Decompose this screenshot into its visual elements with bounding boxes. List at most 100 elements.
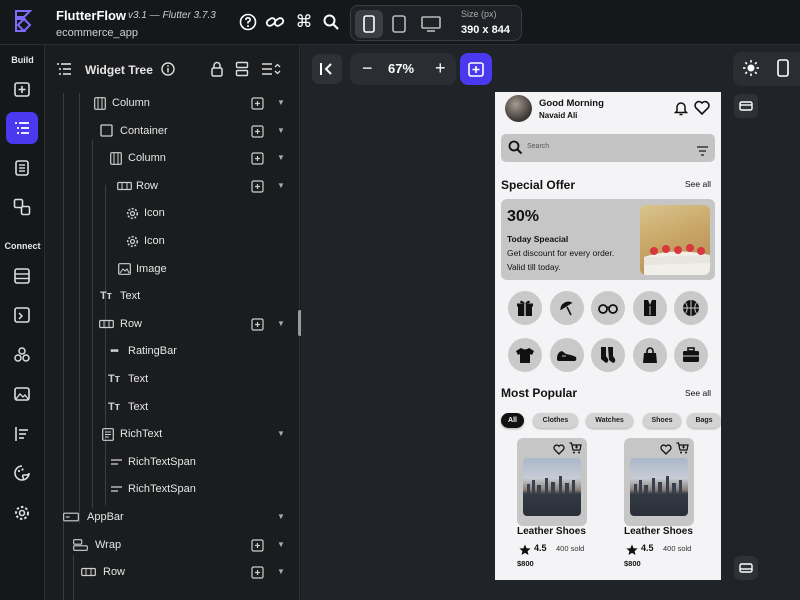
tree-row-text[interactable]: Tт Text bbox=[45, 394, 300, 421]
theme-icon[interactable] bbox=[6, 457, 38, 489]
add-page-icon[interactable] bbox=[6, 73, 38, 105]
add-to-cart-icon[interactable] bbox=[676, 441, 689, 459]
filter-icon[interactable] bbox=[697, 143, 708, 161]
chevron-down-icon[interactable]: ▼ bbox=[277, 153, 285, 162]
chevron-down-icon[interactable]: ▼ bbox=[277, 429, 285, 438]
help-icon[interactable] bbox=[237, 11, 259, 33]
chevron-down-icon[interactable]: ▼ bbox=[277, 319, 285, 328]
add-child-widget-icon[interactable] bbox=[251, 538, 265, 552]
chevron-down-icon[interactable]: ▼ bbox=[277, 98, 285, 107]
add-child-widget-icon[interactable] bbox=[251, 317, 265, 331]
zoom-out-button[interactable]: − bbox=[362, 58, 373, 79]
product-card[interactable] bbox=[624, 438, 694, 526]
tree-row-richtext[interactable]: RichText ▼ bbox=[45, 421, 300, 448]
chevron-down-icon[interactable]: ▼ bbox=[277, 512, 285, 521]
handbag-icon[interactable] bbox=[632, 338, 667, 372]
add-child-widget-icon[interactable] bbox=[251, 124, 265, 138]
chip-clothes[interactable]: Clothes bbox=[533, 413, 578, 428]
sneaker-icon[interactable] bbox=[549, 338, 584, 372]
add-to-cart-icon[interactable] bbox=[569, 441, 582, 459]
see-all-link[interactable]: See all bbox=[685, 179, 711, 189]
tree-row-text[interactable]: Tт Text bbox=[45, 283, 300, 310]
tree-row-image[interactable]: Image bbox=[45, 256, 300, 283]
left-nav-rail: Build Connect bbox=[0, 45, 45, 600]
tree-row-richtextspan[interactable]: RichTextSpan bbox=[45, 449, 300, 476]
integrations-icon[interactable] bbox=[6, 339, 38, 371]
zoom-in-button[interactable]: + bbox=[435, 58, 446, 79]
list-icon[interactable] bbox=[6, 418, 38, 450]
offer-card[interactable]: 30% Today Speacial Get discount for ever… bbox=[501, 199, 715, 280]
tree-row-appbar[interactable]: AppBar ▼ bbox=[45, 504, 300, 531]
collapse-panel-button[interactable] bbox=[312, 54, 342, 84]
search-icon[interactable] bbox=[320, 11, 342, 33]
flutterflow-logo[interactable] bbox=[10, 9, 34, 35]
media-icon[interactable] bbox=[6, 378, 38, 410]
settings-icon[interactable] bbox=[6, 497, 38, 529]
info-icon[interactable] bbox=[161, 62, 175, 81]
tablet-icon[interactable] bbox=[385, 10, 413, 38]
link-icon[interactable] bbox=[264, 11, 286, 33]
tree-row-icon[interactable]: Icon bbox=[45, 200, 300, 227]
add-child-widget-icon[interactable] bbox=[251, 179, 265, 193]
chevron-down-icon[interactable]: ▼ bbox=[277, 567, 285, 576]
chip-shoes[interactable]: Shoes bbox=[643, 413, 681, 428]
tree-row-icon[interactable]: Icon bbox=[45, 228, 300, 255]
tree-row-column[interactable]: Column ▼ bbox=[45, 90, 300, 117]
briefcase-icon[interactable] bbox=[674, 338, 708, 372]
mobile-preview-icon[interactable] bbox=[777, 59, 789, 82]
tree-row-wrap[interactable]: Wrap ▼ bbox=[45, 532, 300, 559]
phone-preview[interactable]: Good Morning Navaid Ali Search Special O… bbox=[495, 92, 721, 580]
container-icon bbox=[98, 124, 114, 138]
chevron-down-icon[interactable]: ▼ bbox=[277, 181, 285, 190]
product-card[interactable] bbox=[517, 438, 587, 526]
zoom-level[interactable]: 67% bbox=[388, 61, 414, 76]
database-icon[interactable] bbox=[6, 260, 38, 292]
umbrella-icon[interactable] bbox=[549, 291, 584, 325]
widget-tree-icon[interactable] bbox=[6, 112, 38, 144]
chevron-down-icon[interactable]: ▼ bbox=[277, 540, 285, 549]
tshirt-icon[interactable] bbox=[508, 338, 542, 372]
tree-row-row[interactable]: Row ▼ bbox=[45, 559, 300, 586]
basketball-icon[interactable] bbox=[674, 291, 708, 325]
row-icon bbox=[98, 317, 114, 331]
navbar-toggle-icon[interactable] bbox=[734, 556, 758, 580]
chip-watches[interactable]: Watches bbox=[586, 413, 633, 428]
avatar[interactable] bbox=[505, 95, 532, 122]
tree-row-text[interactable]: Tт Text bbox=[45, 366, 300, 393]
search-input[interactable]: Search bbox=[501, 134, 715, 162]
vest-icon[interactable] bbox=[632, 291, 667, 325]
size-value[interactable]: 390 x 844 bbox=[461, 24, 510, 36]
heart-icon[interactable] bbox=[694, 100, 710, 120]
chip-bags[interactable]: Bags bbox=[687, 413, 721, 428]
wrap-icon bbox=[72, 538, 88, 552]
add-child-widget-icon[interactable] bbox=[251, 151, 265, 165]
tree-row-column[interactable]: Column ▼ bbox=[45, 145, 300, 172]
tree-row-row[interactable]: Row ▼ bbox=[45, 311, 300, 338]
socks-icon[interactable] bbox=[591, 338, 625, 372]
layers-icon[interactable] bbox=[235, 61, 249, 82]
bell-icon[interactable] bbox=[673, 100, 689, 121]
gift-icon[interactable] bbox=[508, 291, 542, 325]
lock-icon[interactable] bbox=[210, 61, 224, 82]
tree-row-richtextspan[interactable]: RichTextSpan bbox=[45, 476, 300, 503]
chip-all[interactable]: All bbox=[501, 413, 524, 428]
command-icon[interactable]: ⌘ bbox=[293, 11, 315, 33]
components-icon[interactable] bbox=[6, 191, 38, 223]
tree-row-row[interactable]: Row ▼ bbox=[45, 173, 300, 200]
sun-icon[interactable] bbox=[742, 59, 760, 82]
api-icon[interactable] bbox=[6, 299, 38, 331]
collapse-all-icon[interactable] bbox=[261, 62, 281, 81]
glasses-icon[interactable] bbox=[591, 291, 625, 325]
add-widget-button[interactable] bbox=[460, 53, 492, 85]
desktop-icon[interactable] bbox=[417, 10, 445, 38]
add-child-widget-icon[interactable] bbox=[251, 565, 265, 579]
appbar-toggle-icon[interactable] bbox=[734, 94, 758, 118]
chevron-down-icon[interactable]: ▼ bbox=[277, 126, 285, 135]
tree-row-container[interactable]: Container ▼ bbox=[45, 118, 300, 145]
tree-row-ratingbar[interactable]: ••• RatingBar bbox=[45, 338, 300, 365]
mobile-icon[interactable] bbox=[355, 10, 383, 38]
add-child-widget-icon[interactable] bbox=[251, 96, 265, 110]
project-name[interactable]: ecommerce_app bbox=[56, 27, 138, 39]
storyboard-icon[interactable] bbox=[6, 152, 38, 184]
see-all-popular-link[interactable]: See all bbox=[685, 388, 711, 398]
